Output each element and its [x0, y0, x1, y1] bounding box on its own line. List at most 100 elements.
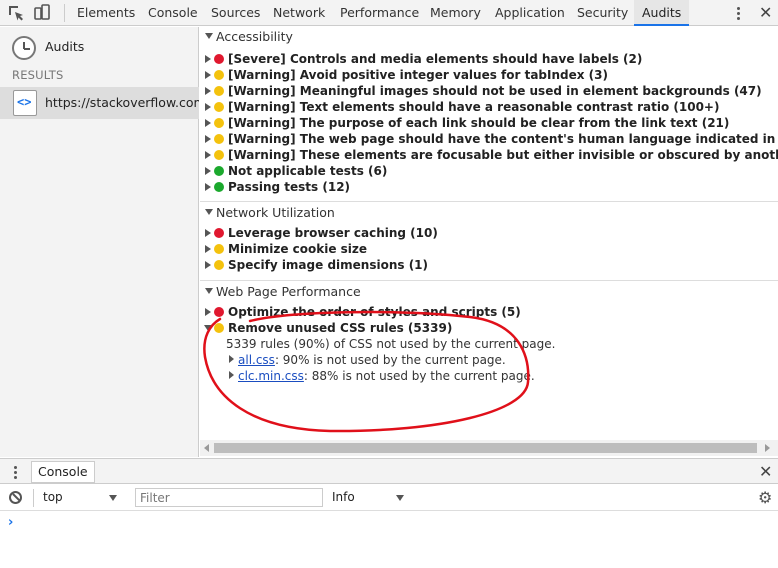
- section-divider: [200, 201, 778, 202]
- collapsed-triangle-icon: [205, 87, 211, 95]
- tab-sources[interactable]: Sources: [211, 0, 260, 26]
- close-devtools-icon[interactable]: ✕: [759, 4, 772, 22]
- audit-label: Leverage browser caching (10): [228, 226, 438, 240]
- css-file-detail: : 90% is not used by the current page.: [274, 353, 506, 367]
- warning-dot-icon: [214, 260, 224, 270]
- close-drawer-icon[interactable]: ✕: [759, 463, 772, 481]
- log-level-value: Info: [332, 490, 355, 504]
- drawer-tabbar: Console ✕: [0, 458, 778, 484]
- tab-audits[interactable]: Audits: [634, 0, 690, 26]
- inspect-element-icon[interactable]: [7, 4, 25, 22]
- audit-label: Optimize the order of styles and scripts…: [228, 305, 521, 319]
- css-file-detail: : 88% is not used by the current page.: [303, 369, 535, 383]
- device-toolbar-icon[interactable]: [33, 4, 51, 22]
- tab-network[interactable]: Network: [273, 0, 325, 26]
- clock-icon: [12, 36, 36, 60]
- section-title: Network Utilization: [216, 205, 335, 220]
- console-filter-input[interactable]: [135, 488, 323, 507]
- section-performance-header[interactable]: Web Page Performance: [200, 282, 778, 302]
- log-levels-selector[interactable]: Info: [332, 489, 412, 507]
- audit-label: [Warning] These elements are focusable b…: [228, 148, 778, 162]
- dropdown-arrow-icon: [109, 495, 117, 501]
- collapsed-triangle-icon: [205, 308, 211, 316]
- more-options-icon[interactable]: [733, 5, 743, 21]
- tab-elements[interactable]: Elements: [77, 0, 135, 26]
- severity-dot-icon: [214, 54, 224, 64]
- collapsed-triangle-icon: [205, 261, 211, 269]
- warning-dot-icon: [214, 118, 224, 128]
- collapsed-triangle-icon: [229, 355, 234, 363]
- console-toolbar: top Info ⚙: [0, 485, 778, 511]
- severity-dot-icon: [214, 228, 224, 238]
- tab-application[interactable]: Application: [495, 0, 565, 26]
- toolbar-separator: [64, 4, 65, 22]
- audit-label: Passing tests (12): [228, 180, 351, 194]
- sidebar-result-item[interactable]: <> https://stackoverflow.com/q: [0, 87, 199, 119]
- collapsed-triangle-icon: [205, 119, 211, 127]
- tab-security[interactable]: Security: [577, 0, 628, 26]
- audits-sidebar: Audits RESULTS <> https://stackoverflow.…: [0, 27, 199, 457]
- css-file-link[interactable]: all.css: [238, 353, 275, 367]
- collapsed-triangle-icon: [205, 167, 211, 175]
- warning-dot-icon: [214, 323, 224, 333]
- warning-dot-icon: [214, 134, 224, 144]
- pass-dot-icon: [214, 166, 224, 176]
- drawer-tab-console[interactable]: Console: [31, 461, 95, 483]
- audit-label: [Warning] The purpose of each link shoul…: [228, 116, 730, 130]
- warning-dot-icon: [214, 86, 224, 96]
- console-prompt[interactable]: ›: [8, 515, 13, 530]
- horizontal-scrollbar-thumb[interactable]: [214, 443, 757, 453]
- scroll-right-icon[interactable]: [765, 444, 770, 452]
- warning-dot-icon: [214, 244, 224, 254]
- collapsed-triangle-icon: [205, 183, 211, 191]
- dropdown-arrow-icon: [396, 495, 404, 501]
- clear-console-icon[interactable]: [9, 491, 22, 504]
- section-title: Accessibility: [216, 29, 293, 44]
- collapsed-triangle-icon: [205, 151, 211, 159]
- tab-console[interactable]: Console: [148, 0, 198, 26]
- unused-css-summary: 5339 rules (90%) of CSS not used by the …: [226, 337, 556, 351]
- expand-triangle-icon: [205, 33, 213, 39]
- result-url: https://stackoverflow.com/q: [45, 95, 199, 110]
- section-accessibility-header[interactable]: Accessibility: [200, 27, 778, 47]
- tab-memory[interactable]: Memory: [430, 0, 481, 26]
- results-heading: RESULTS: [12, 68, 64, 82]
- audit-label: Minimize cookie size: [228, 242, 368, 256]
- css-file-row[interactable]: clc.min.css: 88% is not used by the curr…: [229, 368, 535, 384]
- collapsed-triangle-icon: [205, 229, 211, 237]
- tab-performance[interactable]: Performance: [340, 0, 419, 26]
- audit-results-panel: Accessibility [Severe] Controls and medi…: [200, 27, 778, 457]
- drawer-menu-icon[interactable]: [10, 464, 20, 480]
- collapsed-triangle-icon: [205, 71, 211, 79]
- scroll-left-icon[interactable]: [204, 444, 209, 452]
- page-document-icon: <>: [13, 90, 37, 116]
- css-file-link[interactable]: clc.min.css: [238, 369, 304, 383]
- audit-label: Remove unused CSS rules (5339): [228, 321, 453, 335]
- audit-label: Not applicable tests (6): [228, 164, 388, 178]
- severity-dot-icon: [214, 307, 224, 317]
- expanded-triangle-icon: [204, 325, 212, 331]
- collapsed-triangle-icon: [229, 371, 234, 379]
- css-file-row[interactable]: all.css: 90% is not used by the current …: [229, 352, 506, 368]
- audit-label: [Warning] Text elements should have a re…: [228, 100, 720, 114]
- audit-label: [Warning] Meaningful images should not b…: [228, 84, 762, 98]
- context-selector[interactable]: top: [33, 489, 123, 507]
- context-value: top: [43, 490, 63, 504]
- warning-dot-icon: [214, 150, 224, 160]
- audit-label: Specify image dimensions (1): [228, 258, 429, 272]
- pass-dot-icon: [214, 182, 224, 192]
- gear-icon[interactable]: ⚙: [758, 489, 772, 507]
- collapsed-triangle-icon: [205, 245, 211, 253]
- audit-label: [Warning] Avoid positive integer values …: [228, 68, 608, 82]
- audit-label: [Severe] Controls and media elements sho…: [228, 52, 643, 66]
- collapsed-triangle-icon: [205, 55, 211, 63]
- warning-dot-icon: [214, 70, 224, 80]
- collapsed-triangle-icon: [205, 135, 211, 143]
- sidebar-audits-label: Audits: [45, 39, 85, 54]
- devtools-toolbar: Elements Console Sources Network Perform…: [0, 0, 778, 26]
- section-title: Web Page Performance: [216, 284, 361, 299]
- expand-triangle-icon: [205, 288, 213, 294]
- section-divider: [200, 280, 778, 281]
- warning-dot-icon: [214, 102, 224, 112]
- section-network-header[interactable]: Network Utilization: [200, 203, 778, 223]
